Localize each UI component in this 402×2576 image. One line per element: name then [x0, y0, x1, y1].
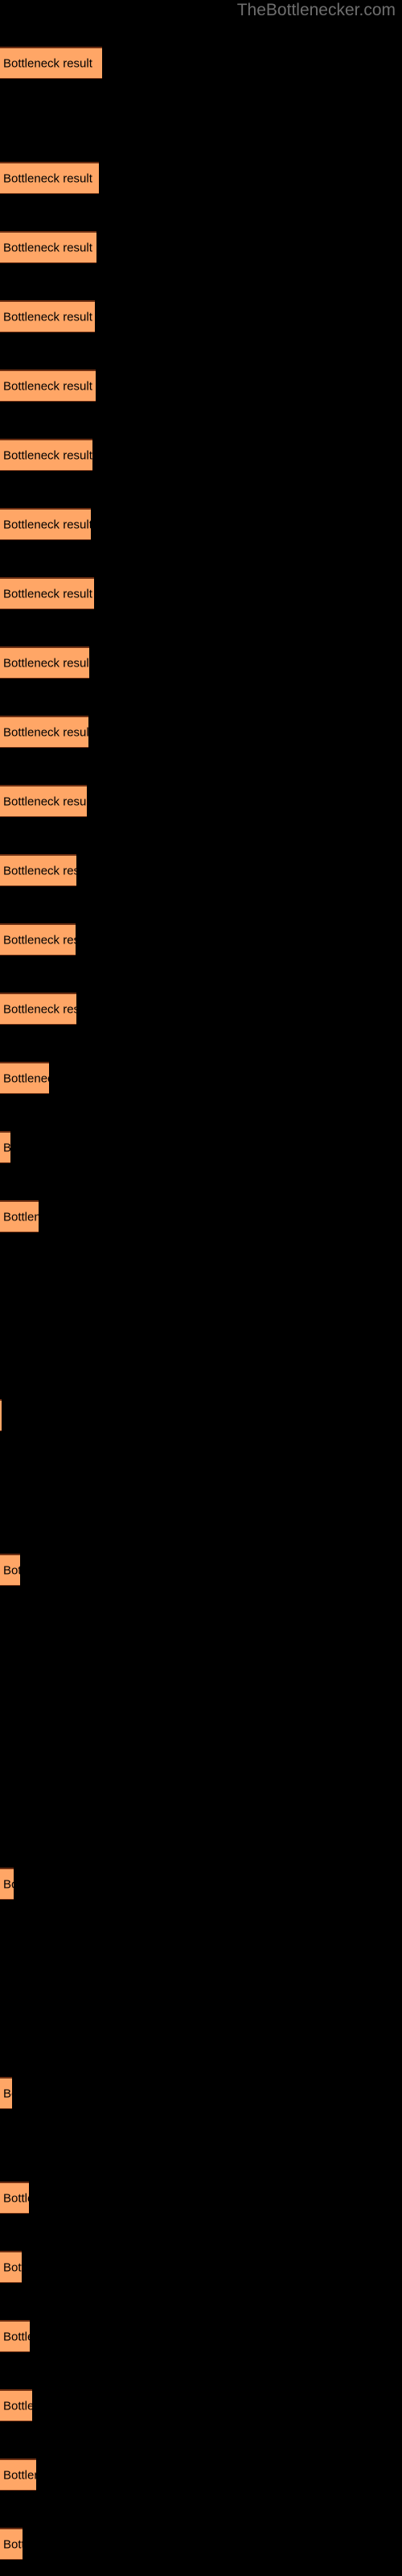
bar[interactable]: Bottleneck result [0, 2320, 30, 2352]
bar-label: Bottleneck result [3, 725, 88, 739]
bar[interactable]: Bottleneck result [0, 577, 94, 609]
page-title: TheBottlenecker.com [236, 1, 396, 19]
bar[interactable]: Bottleneck result [0, 1554, 20, 1586]
bar-label: Bottleneck result [3, 933, 76, 947]
bar[interactable]: Bottleneck result [0, 2458, 36, 2491]
bar[interactable]: Bottleneck result [0, 369, 96, 402]
bar-label: Bottleneck result [3, 1141, 10, 1154]
bar-label: Bottleneck result [3, 1002, 76, 1016]
bar-label: Bottleneck result [3, 1877, 14, 1891]
bar-label: Bottleneck result [3, 2087, 12, 2100]
bar[interactable]: Bottleneck result [0, 1399, 2, 1431]
bar-label: Bottleneck result [3, 2330, 30, 2343]
bar-label: Bottleneck result [3, 1071, 49, 1085]
bar-label: Bottleneck result [3, 587, 92, 601]
bar[interactable]: Bottleneck result [0, 993, 76, 1025]
bar-label: Bottleneck result [3, 2537, 23, 2551]
bar[interactable]: Bottleneck result [0, 1868, 14, 1900]
bar-label: Bottleneck result [3, 2468, 36, 2482]
bar[interactable]: Bottleneck result [0, 2077, 12, 2109]
bar-label: Bottleneck result [3, 518, 91, 531]
bar-label: Bottleneck result [3, 171, 92, 185]
bar-label: Bottleneck result [3, 310, 92, 324]
bar[interactable]: Bottleneck result [0, 1062, 49, 1094]
bar[interactable]: Bottleneck result [0, 1131, 10, 1163]
bar[interactable]: Bottleneck result [0, 47, 102, 79]
bar[interactable]: Bottleneck result [0, 1200, 39, 1232]
bar-label: Bottleneck result [3, 2399, 32, 2413]
bar-label: Bottleneck result [3, 795, 87, 808]
bar-label: Bottleneck result [3, 2260, 22, 2274]
bar[interactable]: Bottleneck result [0, 854, 76, 886]
bar[interactable]: Bottleneck result [0, 2251, 22, 2283]
bar[interactable]: Bottleneck result [0, 716, 88, 748]
bar-label: Bottleneck result [3, 864, 76, 877]
bar-label: Bottleneck result [3, 656, 89, 670]
bar[interactable]: Bottleneck result [0, 2528, 23, 2560]
bar-label: Bottleneck result [3, 241, 92, 254]
bar[interactable]: Bottleneck result [0, 162, 99, 194]
bar[interactable]: Bottleneck result [0, 508, 91, 540]
bar[interactable]: Bottleneck result [0, 300, 95, 332]
bar-label: Bottleneck result [3, 379, 92, 393]
bar[interactable]: Bottleneck result [0, 646, 89, 679]
bar[interactable]: Bottleneck result [0, 785, 87, 817]
bar[interactable]: Bottleneck result [0, 2182, 29, 2214]
bar-label: Bottleneck result [3, 448, 92, 462]
bar-label: Bottleneck result [3, 1563, 20, 1577]
bar[interactable]: Bottleneck result [0, 923, 76, 956]
bottleneck-bar-chart: TheBottlenecker.com Bottleneck result Bot… [0, 0, 402, 2576]
bar[interactable]: Bottleneck result [0, 2389, 32, 2421]
bar[interactable]: Bottleneck result [0, 231, 96, 263]
bar-label: Bottleneck result [3, 56, 92, 70]
bar[interactable]: Bottleneck result [0, 439, 92, 471]
bar-label: Bottleneck result [3, 1210, 39, 1224]
bar-label: Bottleneck result [3, 2191, 29, 2205]
